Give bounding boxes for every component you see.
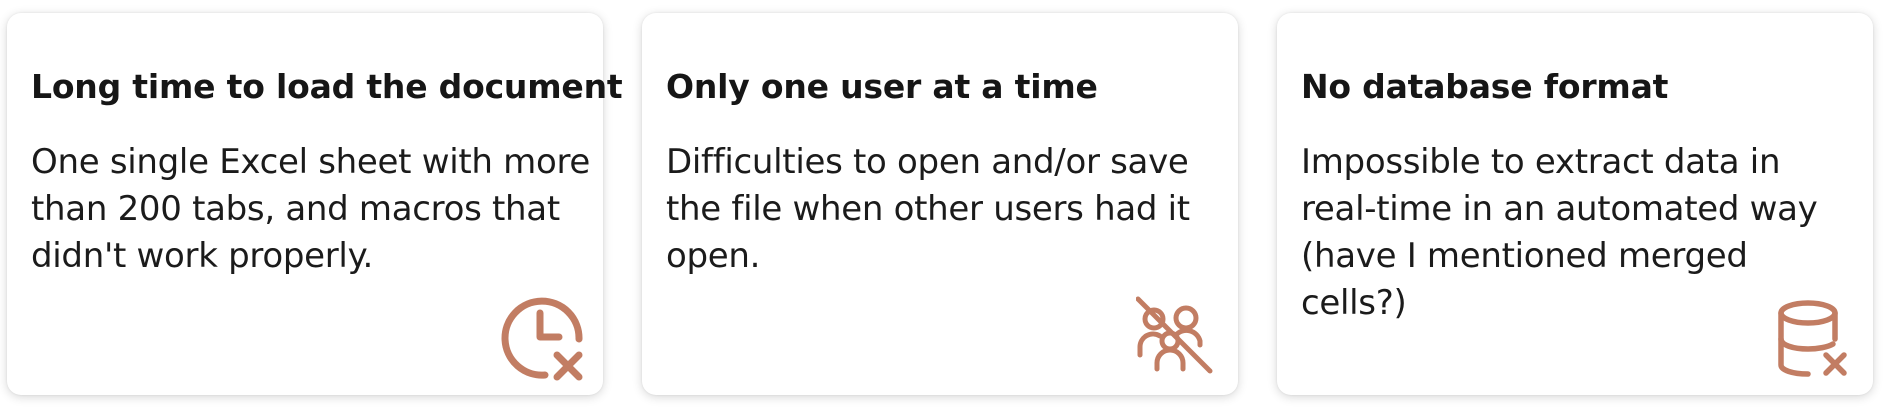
problem-cards: Long time to load the document One singl… — [7, 13, 1873, 395]
card-load-time: Long time to load the document One singl… — [7, 13, 623, 395]
card-title: No database format — [1301, 67, 1669, 106]
users-off-icon — [1136, 295, 1216, 375]
card-title: Only one user at a time — [666, 67, 1098, 106]
card-title: Long time to load the document — [31, 67, 623, 106]
clock-x-icon — [499, 295, 587, 383]
card-description: One single Excel sheet with more than 20… — [31, 142, 591, 276]
database-x-icon — [1778, 299, 1858, 379]
card-description: Difficulties to open and/or save the fil… — [666, 142, 1190, 276]
card-no-database: No database format Impossible to extract… — [1277, 13, 1873, 395]
card-description: Impossible to extract data in real-time … — [1301, 142, 1818, 323]
card-single-user: Only one user at a time Difficulties to … — [642, 13, 1238, 395]
